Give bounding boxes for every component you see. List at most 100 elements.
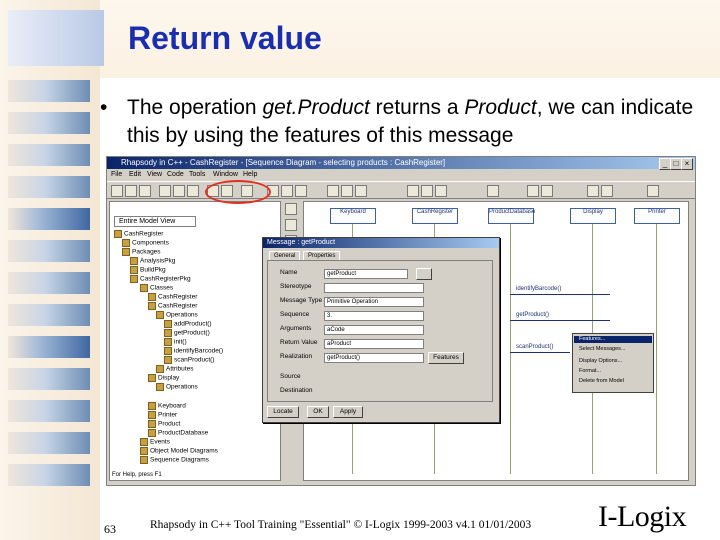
tree-item[interactable]: CashRegister (148, 293, 197, 301)
name-field[interactable]: getProduct (324, 269, 408, 279)
diagram-icon[interactable] (435, 185, 447, 197)
sequence-field[interactable]: 3. (324, 311, 424, 321)
decor-tile (8, 176, 90, 198)
slide-title: Return value (128, 20, 322, 56)
diagram-icon[interactable] (421, 185, 433, 197)
menu-item-delete[interactable]: Delete from Model (579, 378, 624, 384)
menu-window[interactable]: Window (213, 171, 238, 178)
message-arrow[interactable] (510, 294, 610, 295)
menu-item-format[interactable]: Format... (579, 368, 601, 374)
tree-item[interactable]: getProduct() (164, 329, 210, 337)
tree-item[interactable]: Sequence Diagrams (140, 456, 209, 464)
lifeline-cashregister[interactable]: CashRegister (412, 208, 458, 224)
tree-item[interactable]: Classes (140, 284, 173, 292)
tree-item[interactable]: ProductDatabase (148, 429, 208, 437)
message-type-select[interactable]: Primitive Operation (324, 297, 424, 307)
instance-tool-icon[interactable] (285, 219, 297, 231)
tree-item[interactable]: Operations (156, 383, 198, 391)
tree-item[interactable]: init() (164, 338, 187, 346)
arguments-field[interactable]: aCode (324, 325, 424, 335)
arrange-icon[interactable] (601, 185, 613, 197)
zoom-fit-icon[interactable] (295, 185, 307, 197)
decor-tile (8, 240, 90, 262)
menu-file[interactable]: File (111, 171, 122, 178)
tree-item[interactable]: Components (122, 239, 169, 247)
close-icon[interactable]: × (681, 158, 693, 170)
new-icon[interactable] (111, 185, 123, 197)
arrange-icon[interactable] (587, 185, 599, 197)
tree-item[interactable]: AnalysisPkg (130, 257, 175, 265)
message-label[interactable]: identifyBarcode() (516, 286, 561, 292)
label-return-value: Return Value (280, 339, 318, 346)
paste-icon[interactable] (187, 185, 199, 197)
name-browse-button[interactable] (416, 268, 432, 280)
lifeline-productdatabase[interactable]: ProductDatabase (488, 208, 535, 224)
message-arrow[interactable] (510, 352, 570, 353)
tree-item[interactable]: Product (148, 420, 180, 428)
tree-item[interactable]: Events (140, 438, 170, 446)
decor-tile (8, 80, 90, 102)
zoom-out-icon[interactable] (281, 185, 293, 197)
generate-icon[interactable] (327, 185, 339, 197)
copy-icon[interactable] (173, 185, 185, 197)
features-icon[interactable] (527, 185, 539, 197)
help-icon[interactable] (647, 185, 659, 197)
lifeline-printer[interactable]: Printer (634, 208, 680, 224)
tree-item[interactable]: identifyBarcode() (164, 347, 223, 355)
ok-button[interactable]: OK (307, 406, 329, 418)
cut-icon[interactable] (159, 185, 171, 197)
select-tool-icon[interactable] (285, 203, 297, 215)
tree-item[interactable]: BuildPkg (130, 266, 166, 274)
tree-item[interactable]: CashRegisterPkg (130, 275, 191, 283)
make-icon[interactable] (341, 185, 353, 197)
features-button[interactable]: Features (428, 352, 464, 364)
menu-item-display-options[interactable]: Display Options... (579, 358, 622, 364)
menu-view[interactable]: View (147, 171, 162, 178)
tree-item[interactable]: Operations (156, 311, 198, 319)
model-browser: Entire Model View CashRegister Component… (109, 201, 281, 481)
diagram-icon[interactable] (407, 185, 419, 197)
output-icon[interactable] (541, 185, 553, 197)
save-icon[interactable] (139, 185, 151, 197)
apply-button[interactable]: Apply (333, 406, 363, 418)
lifeline-display[interactable]: Display (570, 208, 616, 224)
toolbar (107, 181, 695, 199)
menu-item-features[interactable]: Features... (579, 336, 605, 342)
tree-item[interactable]: scanProduct() (164, 356, 214, 364)
label-source: Source (280, 373, 301, 380)
lifeline-keyboard[interactable]: Keyboard (330, 208, 376, 224)
decor-tile (8, 272, 90, 294)
menu-tools[interactable]: Tools (189, 171, 205, 178)
run-icon[interactable] (355, 185, 367, 197)
open-icon[interactable] (125, 185, 137, 197)
footer-text: Rhapsody in C++ Tool Training "Essential… (150, 519, 532, 531)
menu-code[interactable]: Code (167, 171, 184, 178)
window-title: Rhapsody in C++ - CashRegister - [Sequen… (107, 157, 695, 169)
stereotype-field[interactable] (324, 283, 424, 293)
dialog-panel: Name getProduct Stereotype Message Type … (267, 260, 493, 402)
view-selector[interactable]: Entire Model View (114, 216, 196, 227)
browser-icon[interactable] (487, 185, 499, 197)
tree-item[interactable]: Keyboard (148, 402, 186, 410)
tree-item[interactable]: CashRegister (114, 230, 163, 238)
message-arrow[interactable] (510, 320, 610, 321)
tree-item[interactable]: Attributes (156, 365, 193, 373)
tree-item[interactable]: addProduct() (164, 320, 212, 328)
return-value-highlight-circle (205, 180, 271, 204)
realization-select[interactable]: getProduct() (324, 353, 424, 363)
tree-item[interactable]: Packages (122, 248, 161, 256)
decor-tile (8, 464, 90, 486)
tree-item[interactable]: Object Model Diagrams (140, 447, 218, 455)
locate-button[interactable]: Locate (267, 406, 299, 418)
menu-help[interactable]: Help (243, 171, 257, 178)
tree-item[interactable]: Printer (148, 411, 177, 419)
message-label[interactable]: scanProduct() (516, 344, 553, 350)
menu-item-select-messages[interactable]: Select Messages... (579, 346, 625, 352)
tree-item[interactable]: CashRegister (148, 302, 197, 310)
decor-tile (8, 208, 90, 230)
return-value-field[interactable]: aProduct (324, 339, 424, 349)
context-menu: Features... Select Messages... Display O… (572, 333, 654, 393)
message-label[interactable]: getProduct() (516, 312, 549, 318)
menu-edit[interactable]: Edit (129, 171, 141, 178)
tree-item[interactable]: Display (148, 374, 179, 382)
